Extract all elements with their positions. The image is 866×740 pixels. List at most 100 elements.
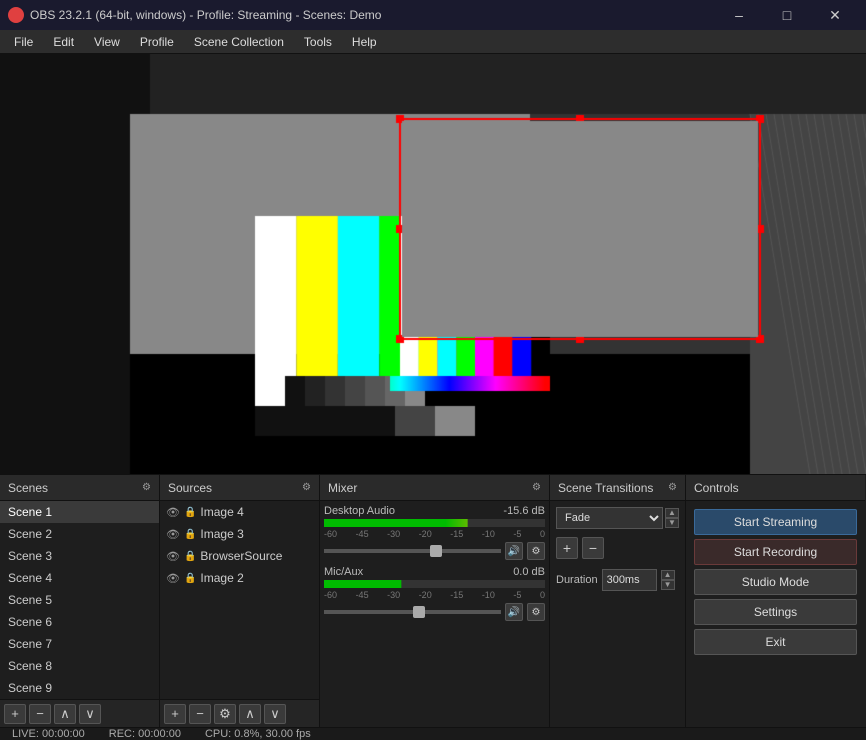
transitions-title: Scene Transitions bbox=[558, 481, 653, 495]
scenes-toolbar: + − ∧ ∨ bbox=[0, 699, 159, 727]
spin-down-button[interactable]: ▼ bbox=[665, 518, 679, 528]
scenes-header-icon: ⚙ bbox=[142, 482, 151, 493]
transition-type-select[interactable]: Fade Cut Swipe Slide bbox=[556, 507, 663, 529]
transition-add-remove: + − bbox=[556, 537, 679, 559]
mic-aux-mute[interactable]: 🔊 bbox=[505, 603, 523, 621]
scene-item[interactable]: Scene 8 bbox=[0, 655, 159, 677]
eye-icon: 👁 bbox=[166, 506, 180, 519]
menu-edit[interactable]: Edit bbox=[43, 30, 84, 53]
close-button[interactable]: ✕ bbox=[812, 0, 858, 30]
transitions-panel: Scene Transitions ⚙ Fade Cut Swipe Slide… bbox=[550, 475, 686, 727]
lock-icon: 🔒 bbox=[184, 551, 196, 562]
mixer-header: Mixer ⚙ bbox=[320, 475, 549, 501]
exit-button[interactable]: Exit bbox=[694, 629, 857, 655]
minimize-button[interactable]: – bbox=[716, 0, 762, 30]
desktop-audio-mute[interactable]: 🔊 bbox=[505, 542, 523, 560]
scenes-title: Scenes bbox=[8, 481, 48, 495]
menu-help[interactable]: Help bbox=[342, 30, 387, 53]
source-settings-button[interactable]: ⚙ bbox=[214, 704, 236, 724]
scene-item[interactable]: Scene 6 bbox=[0, 611, 159, 633]
mic-aux-db: 0.0 dB bbox=[513, 566, 545, 578]
menu-tools[interactable]: Tools bbox=[294, 30, 342, 53]
mixer-panel: Mixer ⚙ Desktop Audio -15.6 dB bbox=[320, 475, 550, 727]
duration-spin-down[interactable]: ▼ bbox=[661, 580, 675, 590]
live-status: LIVE: 00:00:00 bbox=[12, 728, 85, 740]
preview-canvas bbox=[0, 54, 866, 474]
mic-aux-slider-thumb[interactable] bbox=[413, 606, 425, 618]
mic-aux-controls: 🔊 ⚙ bbox=[324, 603, 545, 621]
desktop-audio-meter bbox=[324, 519, 545, 527]
remove-scene-button[interactable]: − bbox=[29, 704, 51, 724]
scene-item[interactable]: Scene 3 bbox=[0, 545, 159, 567]
source-up-button[interactable]: ∧ bbox=[239, 704, 261, 724]
statusbar: LIVE: 00:00:00 REC: 00:00:00 CPU: 0.8%, … bbox=[0, 727, 866, 740]
source-label: Image 2 bbox=[200, 571, 243, 585]
source-item[interactable]: 👁 🔒 Image 3 bbox=[160, 523, 319, 545]
eye-icon: 👁 bbox=[166, 550, 180, 563]
titlebar-controls: – □ ✕ bbox=[716, 0, 858, 30]
mixer-title: Mixer bbox=[328, 481, 357, 495]
scene-up-button[interactable]: ∧ bbox=[54, 704, 76, 724]
duration-spin-up[interactable]: ▲ bbox=[661, 570, 675, 580]
menu-scene-collection[interactable]: Scene Collection bbox=[184, 30, 294, 53]
rec-status: REC: 00:00:00 bbox=[109, 728, 181, 740]
desktop-audio-slider[interactable] bbox=[324, 549, 501, 553]
bottom-panel: Scenes ⚙ Scene 1 Scene 2 Scene 3 Scene 4… bbox=[0, 474, 866, 692]
source-down-button[interactable]: ∨ bbox=[264, 704, 286, 724]
add-scene-button[interactable]: + bbox=[4, 704, 26, 724]
controls-title: Controls bbox=[694, 481, 739, 495]
duration-spinner: ▲ ▼ bbox=[661, 570, 675, 590]
add-transition-button[interactable]: + bbox=[556, 537, 578, 559]
lock-icon: 🔒 bbox=[184, 507, 196, 518]
desktop-audio-label: Desktop Audio bbox=[324, 505, 395, 517]
remove-transition-button[interactable]: − bbox=[582, 537, 604, 559]
settings-button[interactable]: Settings bbox=[694, 599, 857, 625]
lock-icon: 🔒 bbox=[184, 573, 196, 584]
spin-up-button[interactable]: ▲ bbox=[665, 508, 679, 518]
start-recording-button[interactable]: Start Recording bbox=[694, 539, 857, 565]
transition-spinner: ▲ ▼ bbox=[665, 508, 679, 528]
titlebar-title: OBS 23.2.1 (64-bit, windows) - Profile: … bbox=[30, 8, 716, 22]
source-item[interactable]: 👁 🔒 Image 2 bbox=[160, 567, 319, 589]
duration-row: Duration ▲ ▼ bbox=[556, 569, 679, 591]
scenes-list: Scene 1 Scene 2 Scene 3 Scene 4 Scene 5 … bbox=[0, 501, 159, 699]
desktop-audio-slider-thumb[interactable] bbox=[430, 545, 442, 557]
transitions-header: Scene Transitions ⚙ bbox=[550, 475, 685, 501]
scene-down-button[interactable]: ∨ bbox=[79, 704, 101, 724]
source-item[interactable]: 👁 🔒 Image 4 bbox=[160, 501, 319, 523]
start-streaming-button[interactable]: Start Streaming bbox=[694, 509, 857, 535]
scene-item[interactable]: Scene 4 bbox=[0, 567, 159, 589]
mic-aux-settings[interactable]: ⚙ bbox=[527, 603, 545, 621]
scene-item[interactable]: Scene 7 bbox=[0, 633, 159, 655]
menu-view[interactable]: View bbox=[84, 30, 130, 53]
scene-item[interactable]: Scene 5 bbox=[0, 589, 159, 611]
sources-toolbar: + − ⚙ ∧ ∨ bbox=[160, 699, 319, 727]
menubar: File Edit View Profile Scene Collection … bbox=[0, 30, 866, 54]
cpu-status: CPU: 0.8%, 30.00 fps bbox=[205, 728, 311, 740]
maximize-button[interactable]: □ bbox=[764, 0, 810, 30]
studio-mode-button[interactable]: Studio Mode bbox=[694, 569, 857, 595]
desktop-audio-settings[interactable]: ⚙ bbox=[527, 542, 545, 560]
duration-input[interactable] bbox=[602, 569, 657, 591]
titlebar: OBS 23.2.1 (64-bit, windows) - Profile: … bbox=[0, 0, 866, 30]
controls-header: Controls bbox=[686, 475, 865, 501]
preview-area bbox=[0, 54, 866, 474]
remove-source-button[interactable]: − bbox=[189, 704, 211, 724]
menu-profile[interactable]: Profile bbox=[130, 30, 184, 53]
mixer-channel-desktop: Desktop Audio -15.6 dB -60-45-30-20-15-1… bbox=[324, 505, 545, 560]
sources-list: 👁 🔒 Image 4 👁 🔒 Image 3 👁 🔒 BrowserSourc… bbox=[160, 501, 319, 699]
scene-item[interactable]: Scene 2 bbox=[0, 523, 159, 545]
transitions-header-icon: ⚙ bbox=[668, 482, 677, 493]
sources-panel: Sources ⚙ 👁 🔒 Image 4 👁 🔒 Image 3 👁 🔒 bbox=[160, 475, 320, 727]
mic-aux-meter bbox=[324, 580, 545, 588]
scene-item[interactable]: Scene 9 bbox=[0, 677, 159, 699]
source-label: BrowserSource bbox=[200, 549, 282, 563]
source-item[interactable]: 👁 🔒 BrowserSource bbox=[160, 545, 319, 567]
panels-container: Scenes ⚙ Scene 1 Scene 2 Scene 3 Scene 4… bbox=[0, 474, 866, 727]
add-source-button[interactable]: + bbox=[164, 704, 186, 724]
mixer-channel-mic: Mic/Aux 0.0 dB -60-45-30-20-15-10-50 bbox=[324, 566, 545, 621]
mic-aux-slider[interactable] bbox=[324, 610, 501, 614]
scene-item[interactable]: Scene 1 bbox=[0, 501, 159, 523]
eye-icon: 👁 bbox=[166, 528, 180, 541]
menu-file[interactable]: File bbox=[4, 30, 43, 53]
